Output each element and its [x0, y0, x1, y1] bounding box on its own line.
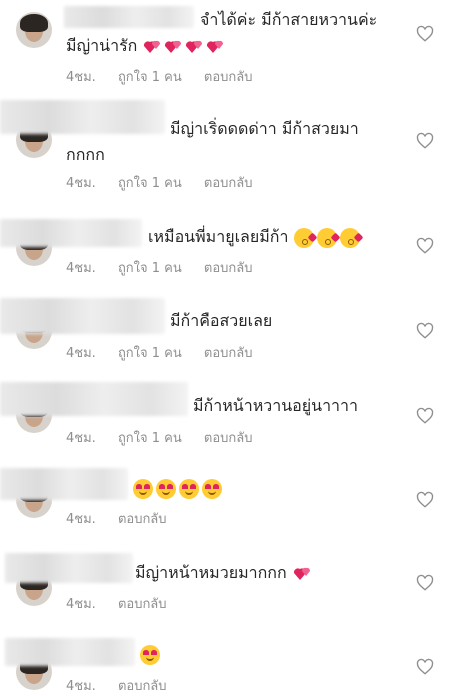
comment-text-line: เหมือนพี่มายูเลยมีก้า — [148, 227, 289, 246]
comment-text-line: มีญ่าน่ารัก — [66, 36, 138, 55]
comment-text: มีก้าคือสวยเลย — [170, 309, 410, 333]
kiss-face-emoji — [293, 227, 363, 248]
comment-meta: 4ชม. ถูกใจ 1 คน ตอบกลับ — [66, 172, 271, 193]
heart-icon[interactable] — [416, 237, 434, 255]
heart-eyes-emoji — [133, 478, 222, 499]
comment-time: 4ชม. — [66, 512, 96, 527]
comment-time: 4ชม. — [66, 176, 96, 191]
blurred-username — [0, 219, 142, 247]
comment-text: มีญ่าเริ่ดดดด่าา มีก้าสวยมา — [170, 117, 410, 141]
blurred-username — [0, 298, 165, 334]
comment-meta: 4ชม. ถูกใจ 1 คน ตอบกลับ — [66, 427, 271, 448]
comment-text: มีญ่าน่ารัก — [66, 34, 406, 58]
reply-button[interactable]: ตอบกลับ — [204, 346, 253, 361]
comment-text-line: มีญ่าหน้าหมวยมากกก — [135, 563, 287, 582]
two-hearts-emoji — [292, 564, 312, 584]
comment-text-line: กกกก — [66, 145, 105, 164]
blurred-username — [5, 553, 133, 583]
comment-time: 4ชม. — [66, 70, 96, 85]
comment-likes[interactable]: ถูกใจ 1 คน — [118, 261, 182, 276]
heart-icon[interactable] — [416, 658, 434, 676]
comment-text-line: มีก้าหน้าหวานอยู่นาาาา — [193, 396, 358, 415]
heart-icon[interactable] — [416, 407, 434, 425]
comment-time: 4ชม. — [66, 346, 96, 361]
heart-icon[interactable] — [416, 491, 434, 509]
comment-meta: 4ชม. ถูกใจ 1 คน ตอบกลับ — [66, 66, 271, 87]
comment-text: จำได้ค่ะ มีก้าสายหวานค่ะ — [200, 8, 410, 32]
blurred-username — [64, 6, 194, 28]
blurred-username — [0, 468, 128, 500]
comment-time: 4ชม. — [66, 679, 96, 694]
comment-text: มีญ่าหน้าหมวยมากกก — [135, 561, 395, 585]
reply-button[interactable]: ตอบกลับ — [204, 431, 253, 446]
comment-text-line: มีก้าคือสวยเลย — [170, 311, 273, 330]
comment-text: มีก้าหน้าหวานอยู่นาาาา — [193, 394, 413, 418]
heart-eyes-emoji — [140, 644, 160, 665]
heart-icon[interactable] — [416, 574, 434, 592]
reply-button[interactable]: ตอบกลับ — [204, 261, 253, 276]
comment-meta: 4ชม. ถูกใจ 1 คน ตอบกลับ — [66, 342, 271, 363]
reply-button[interactable]: ตอบกลับ — [118, 679, 167, 694]
blurred-username — [0, 100, 165, 134]
comment-likes[interactable]: ถูกใจ 1 คน — [118, 346, 182, 361]
reply-button[interactable]: ตอบกลับ — [204, 176, 253, 191]
blurred-username — [0, 382, 188, 416]
reply-button[interactable]: ตอบกลับ — [204, 70, 253, 85]
reply-button[interactable]: ตอบกลับ — [118, 512, 167, 527]
comment-text: กกกก — [66, 143, 406, 167]
comment-time: 4ชม. — [66, 261, 96, 276]
comment-text: เหมือนพี่มายูเลยมีก้า — [148, 225, 408, 249]
avatar[interactable] — [16, 12, 52, 48]
two-hearts-emoji — [142, 37, 224, 57]
comment-time: 4ชม. — [66, 431, 96, 446]
comment-text — [133, 476, 333, 500]
comment-text-line: มีญ่าเริ่ดดดด่าา มีก้าสวยมา — [170, 119, 359, 138]
heart-icon[interactable] — [416, 132, 434, 150]
comment-text — [140, 642, 200, 666]
comment-meta: 4ชม. ตอบกลับ — [66, 508, 185, 529]
blurred-username — [5, 638, 135, 666]
heart-icon[interactable] — [416, 25, 434, 43]
reply-button[interactable]: ตอบกลับ — [118, 597, 167, 612]
comment-text-line: จำได้ค่ะ มีก้าสายหวานค่ะ — [200, 10, 378, 29]
comment-likes[interactable]: ถูกใจ 1 คน — [118, 70, 182, 85]
comment-meta: 4ชม. ถูกใจ 1 คน ตอบกลับ — [66, 257, 271, 278]
comment-likes[interactable]: ถูกใจ 1 คน — [118, 176, 182, 191]
comment-likes[interactable]: ถูกใจ 1 คน — [118, 431, 182, 446]
heart-icon[interactable] — [416, 322, 434, 340]
comment-meta: 4ชม. ตอบกลับ — [66, 593, 185, 614]
comment-time: 4ชม. — [66, 597, 96, 612]
comment-meta: 4ชม. ตอบกลับ — [66, 675, 185, 696]
